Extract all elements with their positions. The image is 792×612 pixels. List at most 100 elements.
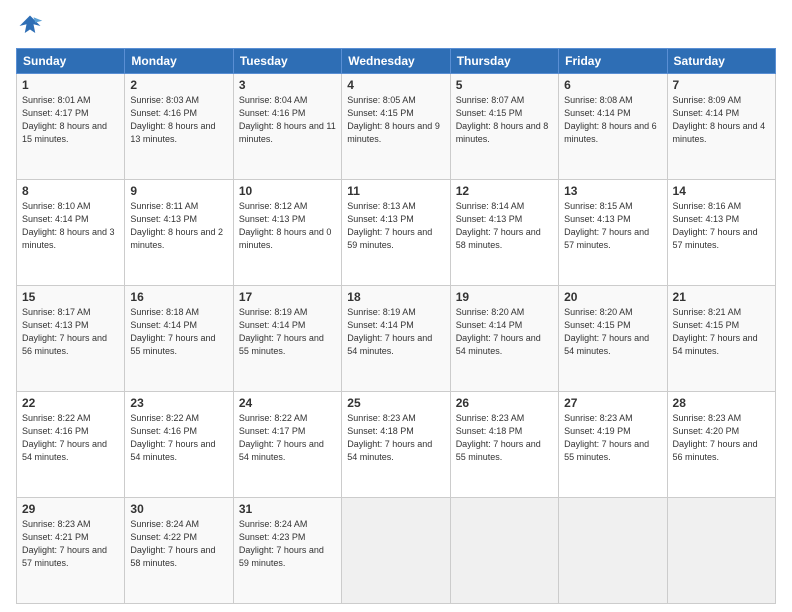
calendar-week-3: 15 Sunrise: 8:17 AMSunset: 4:13 PMDayligh… [17,286,776,392]
logo-icon [16,12,44,40]
day-info: Sunrise: 8:08 AMSunset: 4:14 PMDaylight:… [564,94,661,146]
day-info: Sunrise: 8:20 AMSunset: 4:15 PMDaylight:… [564,306,661,358]
day-info: Sunrise: 8:20 AMSunset: 4:14 PMDaylight:… [456,306,553,358]
weekday-header-wednesday: Wednesday [342,49,450,74]
day-number: 7 [673,78,770,92]
calendar-week-4: 22 Sunrise: 8:22 AMSunset: 4:16 PMDayligh… [17,392,776,498]
calendar-cell: 10 Sunrise: 8:12 AMSunset: 4:13 PMDayligh… [233,180,341,286]
calendar-cell: 16 Sunrise: 8:18 AMSunset: 4:14 PMDayligh… [125,286,233,392]
calendar-cell: 22 Sunrise: 8:22 AMSunset: 4:16 PMDayligh… [17,392,125,498]
calendar-cell: 29Sunrise: 8:23 AMSunset: 4:21 PMDayligh… [17,498,125,604]
calendar-week-1: 1Sunrise: 8:01 AMSunset: 4:17 PMDaylight… [17,74,776,180]
day-number: 30 [130,502,227,516]
day-info: Sunrise: 8:17 AMSunset: 4:13 PMDaylight:… [22,306,119,358]
day-number: 2 [130,78,227,92]
day-info: Sunrise: 8:11 AMSunset: 4:13 PMDaylight:… [130,200,227,252]
day-info: Sunrise: 8:09 AMSunset: 4:14 PMDaylight:… [673,94,770,146]
day-info: Sunrise: 8:18 AMSunset: 4:14 PMDaylight:… [130,306,227,358]
day-info: Sunrise: 8:23 AMSunset: 4:18 PMDaylight:… [456,412,553,464]
header [16,12,776,40]
page: SundayMondayTuesdayWednesdayThursdayFrid… [0,0,792,612]
weekday-header-monday: Monday [125,49,233,74]
day-info: Sunrise: 8:24 AMSunset: 4:22 PMDaylight:… [130,518,227,570]
day-number: 15 [22,290,119,304]
day-number: 9 [130,184,227,198]
day-number: 21 [673,290,770,304]
day-number: 27 [564,396,661,410]
day-info: Sunrise: 8:10 AMSunset: 4:14 PMDaylight:… [22,200,119,252]
day-info: Sunrise: 8:23 AMSunset: 4:19 PMDaylight:… [564,412,661,464]
calendar-cell: 20 Sunrise: 8:20 AMSunset: 4:15 PMDayligh… [559,286,667,392]
day-number: 18 [347,290,444,304]
calendar-cell: 25Sunrise: 8:23 AMSunset: 4:18 PMDayligh… [342,392,450,498]
calendar-cell: 6 Sunrise: 8:08 AMSunset: 4:14 PMDaylight… [559,74,667,180]
day-info: Sunrise: 8:23 AMSunset: 4:21 PMDaylight:… [22,518,119,570]
day-info: Sunrise: 8:12 AMSunset: 4:13 PMDaylight:… [239,200,336,252]
day-number: 19 [456,290,553,304]
day-info: Sunrise: 8:05 AMSunset: 4:15 PMDaylight:… [347,94,444,146]
day-info: Sunrise: 8:22 AMSunset: 4:16 PMDaylight:… [22,412,119,464]
day-number: 17 [239,290,336,304]
calendar-cell: 11 Sunrise: 8:13 AMSunset: 4:13 PMDayligh… [342,180,450,286]
logo [16,12,48,40]
calendar-cell [342,498,450,604]
day-number: 6 [564,78,661,92]
day-number: 14 [673,184,770,198]
calendar-cell: 4 Sunrise: 8:05 AMSunset: 4:15 PMDaylight… [342,74,450,180]
day-number: 20 [564,290,661,304]
calendar-cell: 30 Sunrise: 8:24 AMSunset: 4:22 PMDayligh… [125,498,233,604]
day-info: Sunrise: 8:13 AMSunset: 4:13 PMDaylight:… [347,200,444,252]
calendar-cell: 9 Sunrise: 8:11 AMSunset: 4:13 PMDaylight… [125,180,233,286]
calendar-cell: 12Sunrise: 8:14 AMSunset: 4:13 PMDayligh… [450,180,558,286]
weekday-header-sunday: Sunday [17,49,125,74]
day-number: 26 [456,396,553,410]
day-number: 5 [456,78,553,92]
day-number: 3 [239,78,336,92]
day-info: Sunrise: 8:19 AMSunset: 4:14 PMDaylight:… [347,306,444,358]
day-info: Sunrise: 8:24 AMSunset: 4:23 PMDaylight:… [239,518,336,570]
day-number: 25 [347,396,444,410]
calendar-week-5: 29Sunrise: 8:23 AMSunset: 4:21 PMDayligh… [17,498,776,604]
calendar-cell [450,498,558,604]
calendar-cell: 28Sunrise: 8:23 AMSunset: 4:20 PMDayligh… [667,392,775,498]
day-number: 12 [456,184,553,198]
day-number: 4 [347,78,444,92]
calendar-cell: 13 Sunrise: 8:15 AMSunset: 4:13 PMDayligh… [559,180,667,286]
calendar-cell: 23Sunrise: 8:22 AMSunset: 4:16 PMDayligh… [125,392,233,498]
calendar-cell: 5 Sunrise: 8:07 AMSunset: 4:15 PMDaylight… [450,74,558,180]
day-info: Sunrise: 8:04 AMSunset: 4:16 PMDaylight:… [239,94,336,146]
day-info: Sunrise: 8:19 AMSunset: 4:14 PMDaylight:… [239,306,336,358]
calendar-cell: 15 Sunrise: 8:17 AMSunset: 4:13 PMDayligh… [17,286,125,392]
calendar-week-2: 8 Sunrise: 8:10 AMSunset: 4:14 PMDaylight… [17,180,776,286]
weekday-header-tuesday: Tuesday [233,49,341,74]
weekday-header-thursday: Thursday [450,49,558,74]
weekday-header-saturday: Saturday [667,49,775,74]
calendar-cell: 3 Sunrise: 8:04 AMSunset: 4:16 PMDaylight… [233,74,341,180]
day-info: Sunrise: 8:15 AMSunset: 4:13 PMDaylight:… [564,200,661,252]
day-number: 16 [130,290,227,304]
day-number: 28 [673,396,770,410]
calendar-cell: 17 Sunrise: 8:19 AMSunset: 4:14 PMDayligh… [233,286,341,392]
day-info: Sunrise: 8:21 AMSunset: 4:15 PMDaylight:… [673,306,770,358]
calendar-cell: 2Sunrise: 8:03 AMSunset: 4:16 PMDaylight… [125,74,233,180]
day-number: 8 [22,184,119,198]
day-number: 13 [564,184,661,198]
day-number: 10 [239,184,336,198]
day-info: Sunrise: 8:22 AMSunset: 4:17 PMDaylight:… [239,412,336,464]
calendar-cell: 24Sunrise: 8:22 AMSunset: 4:17 PMDayligh… [233,392,341,498]
calendar-cell: 1Sunrise: 8:01 AMSunset: 4:17 PMDaylight… [17,74,125,180]
calendar-cell: 31 Sunrise: 8:24 AMSunset: 4:23 PMDayligh… [233,498,341,604]
day-info: Sunrise: 8:07 AMSunset: 4:15 PMDaylight:… [456,94,553,146]
calendar-cell: 27 Sunrise: 8:23 AMSunset: 4:19 PMDayligh… [559,392,667,498]
calendar-cell: 21 Sunrise: 8:21 AMSunset: 4:15 PMDayligh… [667,286,775,392]
weekday-header-friday: Friday [559,49,667,74]
day-number: 31 [239,502,336,516]
day-number: 1 [22,78,119,92]
calendar-cell: 7 Sunrise: 8:09 AMSunset: 4:14 PMDaylight… [667,74,775,180]
calendar-cell: 8 Sunrise: 8:10 AMSunset: 4:14 PMDaylight… [17,180,125,286]
day-number: 11 [347,184,444,198]
day-number: 22 [22,396,119,410]
calendar-cell [559,498,667,604]
day-info: Sunrise: 8:22 AMSunset: 4:16 PMDaylight:… [130,412,227,464]
calendar-header-row: SundayMondayTuesdayWednesdayThursdayFrid… [17,49,776,74]
